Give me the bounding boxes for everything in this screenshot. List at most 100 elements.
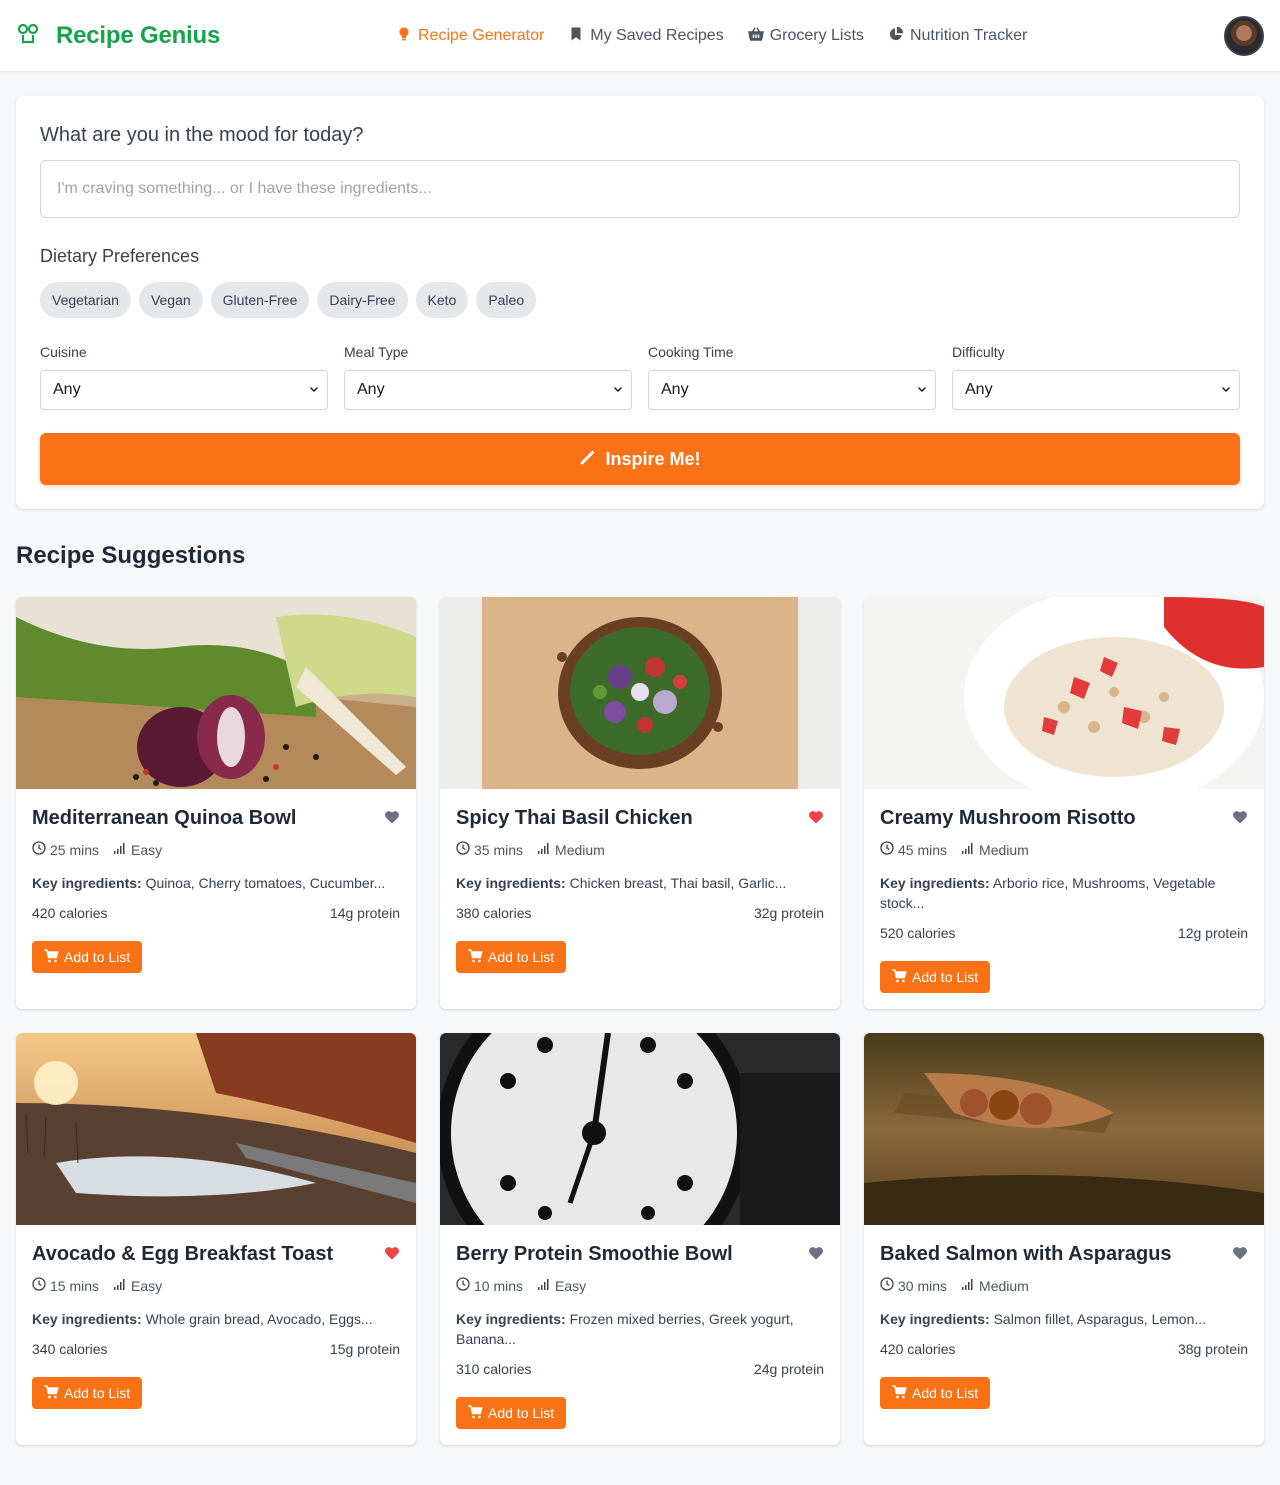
chip-keto[interactable]: Keto bbox=[415, 282, 469, 318]
nav-label: My Saved Recipes bbox=[590, 27, 724, 44]
field-label: Cuisine bbox=[40, 344, 87, 360]
calories: 420 calories bbox=[880, 1341, 956, 1357]
recipe-card[interactable]: Mediterranean Quinoa Bowl 25 mins Easy K… bbox=[16, 597, 416, 1009]
nav-nutrition-tracker[interactable]: Nutrition Tracker bbox=[888, 26, 1027, 47]
calories: 340 calories bbox=[32, 1341, 108, 1357]
ingredients-text: Salmon fillet, Asparagus, Lemon... bbox=[993, 1311, 1207, 1327]
nutrition-row: 420 calories 14g protein bbox=[32, 905, 400, 921]
select-value: Any bbox=[661, 381, 689, 398]
calories: 380 calories bbox=[456, 905, 532, 921]
recipe-meta: 30 mins Medium bbox=[880, 1277, 1029, 1294]
inspire-me-button[interactable]: Inspire Me! bbox=[40, 433, 1240, 485]
recipe-card[interactable]: Avocado & Egg Breakfast Toast 15 mins Ea… bbox=[16, 1033, 416, 1445]
nav-label: Recipe Generator bbox=[418, 27, 545, 44]
bookmark-icon bbox=[568, 26, 590, 47]
add-to-list-button[interactable]: Add to List bbox=[880, 961, 991, 993]
clock-icon bbox=[880, 1277, 898, 1294]
add-to-list-button[interactable]: Add to List bbox=[32, 1377, 143, 1409]
cooking-time-select[interactable]: Any bbox=[648, 370, 936, 410]
add-to-list-button[interactable]: Add to List bbox=[880, 1377, 991, 1409]
nav-recipe-generator[interactable]: Recipe Generator bbox=[396, 26, 544, 47]
ingredients-text: Chicken breast, Thai basil, Garlic... bbox=[569, 875, 787, 891]
clock-icon bbox=[456, 1277, 474, 1294]
key-ingredients: Key ingredients: Frozen mixed berries, G… bbox=[456, 1309, 824, 1349]
cook-time: 30 mins bbox=[898, 1277, 948, 1294]
calories: 310 calories bbox=[456, 1361, 532, 1377]
recipe-search-panel: What are you in the mood for today? Diet… bbox=[16, 96, 1264, 509]
favorite-heart-icon[interactable] bbox=[1232, 809, 1248, 825]
recipe-card[interactable]: Berry Protein Smoothie Bowl 10 mins Easy… bbox=[440, 1033, 840, 1445]
ingredients-label: Key ingredients: bbox=[880, 875, 990, 891]
chip-dairy-free[interactable]: Dairy-Free bbox=[317, 282, 408, 318]
dietary-preferences-title: Dietary Preferences bbox=[40, 246, 200, 266]
signal-bars-icon bbox=[113, 1277, 131, 1294]
protein: 24g protein bbox=[753, 1361, 824, 1377]
recipe-title: Baked Salmon with Asparagus bbox=[880, 1243, 1172, 1265]
recipe-photo-salad-bowl bbox=[440, 597, 840, 789]
recipe-title: Mediterranean Quinoa Bowl bbox=[32, 807, 297, 829]
recipe-photo-clock bbox=[440, 1033, 840, 1225]
favorite-heart-icon[interactable] bbox=[808, 1245, 824, 1261]
signal-bars-icon bbox=[537, 1277, 555, 1294]
add-to-list-label: Add to List bbox=[64, 1385, 131, 1401]
favorite-heart-icon[interactable] bbox=[384, 809, 400, 825]
field-label: Difficulty bbox=[952, 344, 1005, 360]
difficulty-select[interactable]: Any bbox=[952, 370, 1240, 410]
chip-vegan[interactable]: Vegan bbox=[138, 282, 203, 318]
protein: 38g protein bbox=[1177, 1341, 1248, 1357]
shopping-cart-icon bbox=[44, 1384, 64, 1402]
signal-bars-icon bbox=[113, 841, 131, 858]
select-value: Any bbox=[965, 381, 993, 398]
nav-label: Grocery Lists bbox=[769, 27, 864, 44]
inspire-label: Inspire Me! bbox=[605, 448, 701, 469]
add-to-list-button[interactable]: Add to List bbox=[32, 941, 143, 973]
cook-time: 45 mins bbox=[898, 841, 948, 858]
favorite-heart-icon[interactable] bbox=[384, 1245, 400, 1261]
recipe-title: Creamy Mushroom Risotto bbox=[880, 807, 1136, 829]
recipe-card[interactable]: Creamy Mushroom Risotto 45 mins Medium K… bbox=[864, 597, 1264, 1009]
shopping-cart-icon bbox=[468, 1404, 488, 1422]
recipe-suggestions-title: Recipe Suggestions bbox=[16, 542, 246, 569]
chip-vegetarian[interactable]: Vegetarian bbox=[40, 282, 131, 318]
ingredients-label: Key ingredients: bbox=[880, 1311, 990, 1327]
chip-gluten-free[interactable]: Gluten-Free bbox=[210, 282, 310, 318]
recipe-meta: 15 mins Easy bbox=[32, 1277, 162, 1294]
select-value: Any bbox=[53, 381, 81, 398]
add-to-list-label: Add to List bbox=[488, 1405, 555, 1421]
add-to-list-button[interactable]: Add to List bbox=[456, 941, 567, 973]
recipe-card[interactable]: Baked Salmon with Asparagus 30 mins Medi… bbox=[864, 1033, 1264, 1445]
cuisine-select[interactable]: Any bbox=[40, 370, 328, 410]
recipe-photo-sunset-road bbox=[16, 1033, 416, 1225]
chip-paleo[interactable]: Paleo bbox=[476, 282, 537, 318]
difficulty-level: Easy bbox=[555, 1277, 587, 1294]
key-ingredients: Key ingredients: Quinoa, Cherry tomatoes… bbox=[32, 873, 400, 893]
signal-bars-icon bbox=[961, 1277, 979, 1294]
signal-bars-icon bbox=[961, 841, 979, 858]
user-avatar[interactable] bbox=[1224, 16, 1264, 56]
craving-search-input[interactable] bbox=[40, 160, 1240, 218]
main-nav: Recipe Generator My Saved Recipes Grocer… bbox=[396, 24, 1051, 48]
shopping-cart-icon bbox=[892, 968, 912, 986]
brand-logo[interactable]: Recipe Genius bbox=[16, 20, 220, 52]
clock-icon bbox=[32, 841, 50, 858]
nutrition-row: 340 calories 15g protein bbox=[32, 1341, 400, 1357]
nutrition-row: 380 calories 32g protein bbox=[456, 905, 824, 921]
brand-name: Recipe Genius bbox=[56, 22, 221, 49]
favorite-heart-icon[interactable] bbox=[808, 809, 824, 825]
key-ingredients: Key ingredients: Arborio rice, Mushrooms… bbox=[880, 873, 1248, 913]
recipe-meta: 25 mins Easy bbox=[32, 841, 162, 858]
top-navigation-bar: Recipe Genius Recipe Generator My Saved … bbox=[0, 0, 1280, 72]
nav-my-saved-recipes[interactable]: My Saved Recipes bbox=[568, 26, 724, 47]
select-value: Any bbox=[357, 381, 385, 398]
ingredients-label: Key ingredients: bbox=[32, 1311, 142, 1327]
favorite-heart-icon[interactable] bbox=[1232, 1245, 1248, 1261]
recipe-card[interactable]: Spicy Thai Basil Chicken 35 mins Medium … bbox=[440, 597, 840, 1009]
chevron-down-icon bbox=[309, 381, 319, 399]
shopping-cart-icon bbox=[44, 948, 64, 966]
meal-type-select[interactable]: Any bbox=[344, 370, 632, 410]
add-to-list-button[interactable]: Add to List bbox=[456, 1397, 567, 1429]
nav-grocery-lists[interactable]: Grocery Lists bbox=[747, 26, 864, 47]
nutrition-row: 310 calories 24g protein bbox=[456, 1361, 824, 1377]
nutrition-row: 520 calories 12g protein bbox=[880, 925, 1248, 941]
recipe-title: Spicy Thai Basil Chicken bbox=[456, 807, 693, 829]
